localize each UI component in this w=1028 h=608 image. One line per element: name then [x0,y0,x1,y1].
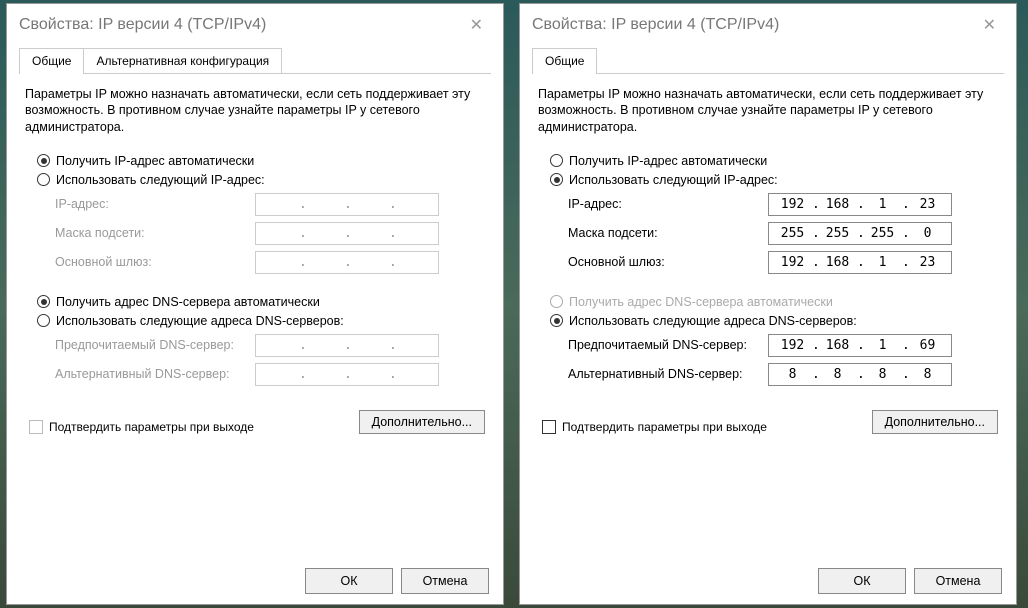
ip-address-row: IP-адрес: 192. 168. 1. 23 [568,193,998,216]
tab-general[interactable]: Общие [19,48,84,73]
radio-icon [37,154,50,167]
preferred-dns-input: . . . [255,334,439,357]
preferred-dns-row: Предпочитаемый DNS-сервер: . . . [55,334,485,357]
cancel-button[interactable]: Отмена [401,568,489,594]
dns-manual-radio[interactable]: Использовать следующие адреса DNS-сервер… [550,314,998,328]
radio-icon [550,154,563,167]
dns-auto-radio: Получить адрес DNS-сервера автоматически [550,295,998,309]
ipv4-properties-dialog-left: Свойства: IP версии 4 (TCP/IPv4) ✕ Общие… [6,3,504,605]
dialog-footer: ОК Отмена [7,555,503,604]
radio-icon [550,295,563,308]
ip-auto-radio[interactable]: Получить IP-адрес автоматически [550,154,998,168]
title: Свойства: IP версии 4 (TCP/IPv4) [532,16,975,34]
intro-text: Параметры IP можно назначать автоматичес… [25,86,485,135]
dns-manual-radio[interactable]: Использовать следующие адреса DNS-сервер… [37,314,485,328]
subnet-mask-input: . . . [255,222,439,245]
gateway-input[interactable]: 192. 168. 1. 23 [768,251,952,274]
tabs: Общие [532,48,1004,74]
advanced-button[interactable]: Дополнительно... [359,410,485,434]
ip-auto-radio[interactable]: Получить IP-адрес автоматически [37,154,485,168]
alternate-dns-input[interactable]: 8. 8. 8. 8 [768,363,952,386]
ip-manual-radio[interactable]: Использовать следующий IP-адрес: [37,173,485,187]
preferred-dns-row: Предпочитаемый DNS-сервер: 192. 168. 1. … [568,334,998,357]
tabs: Общие Альтернативная конфигурация [19,48,491,74]
titlebar: Свойства: IP версии 4 (TCP/IPv4) ✕ [7,4,503,44]
subnet-mask-input[interactable]: 255. 255. 255. 0 [768,222,952,245]
alternate-dns-input: . . . [255,363,439,386]
alternate-dns-row: Альтернативный DNS-сервер: . . . [55,363,485,386]
radio-icon [37,314,50,327]
preferred-dns-input[interactable]: 192. 168. 1. 69 [768,334,952,357]
ip-manual-radio[interactable]: Использовать следующий IP-адрес: [550,173,998,187]
tab-general[interactable]: Общие [532,48,597,73]
title: Свойства: IP версии 4 (TCP/IPv4) [19,16,462,34]
cancel-button[interactable]: Отмена [914,568,1002,594]
gateway-row: Основной шлюз: 192. 168. 1. 23 [568,251,998,274]
gateway-row: Основной шлюз: . . . [55,251,485,274]
radio-icon [550,173,563,186]
radio-icon [37,173,50,186]
radio-icon [37,295,50,308]
dns-group: Получить адрес DNS-сервера автоматически… [37,290,485,392]
subnet-mask-row: Маска подсети: 255. 255. 255. 0 [568,222,998,245]
ip-address-input[interactable]: 192. 168. 1. 23 [768,193,952,216]
radio-icon [550,314,563,327]
intro-text: Параметры IP можно назначать автоматичес… [538,86,998,135]
dialog-footer: ОК Отмена [520,555,1016,604]
dns-auto-radio[interactable]: Получить адрес DNS-сервера автоматически [37,295,485,309]
tab-alternate-config[interactable]: Альтернативная конфигурация [83,48,282,73]
ip-group: Получить IP-адрес автоматически Использо… [550,149,998,280]
ok-button[interactable]: ОК [818,568,906,594]
dns-group: Получить адрес DNS-сервера автоматически… [550,290,998,392]
ok-button[interactable]: ОК [305,568,393,594]
gateway-input: . . . [255,251,439,274]
subnet-mask-row: Маска подсети: . . . [55,222,485,245]
ip-address-row: IP-адрес: . . . [55,193,485,216]
ipv4-properties-dialog-right: Свойства: IP версии 4 (TCP/IPv4) ✕ Общие… [519,3,1017,605]
titlebar: Свойства: IP версии 4 (TCP/IPv4) ✕ [520,4,1016,44]
ip-group: Получить IP-адрес автоматически Использо… [37,149,485,280]
alternate-dns-row: Альтернативный DNS-сервер: 8. 8. 8. 8 [568,363,998,386]
advanced-button[interactable]: Дополнительно... [872,410,998,434]
ip-address-input: . . . [255,193,439,216]
close-icon[interactable]: ✕ [975,13,1004,37]
close-icon[interactable]: ✕ [462,13,491,37]
